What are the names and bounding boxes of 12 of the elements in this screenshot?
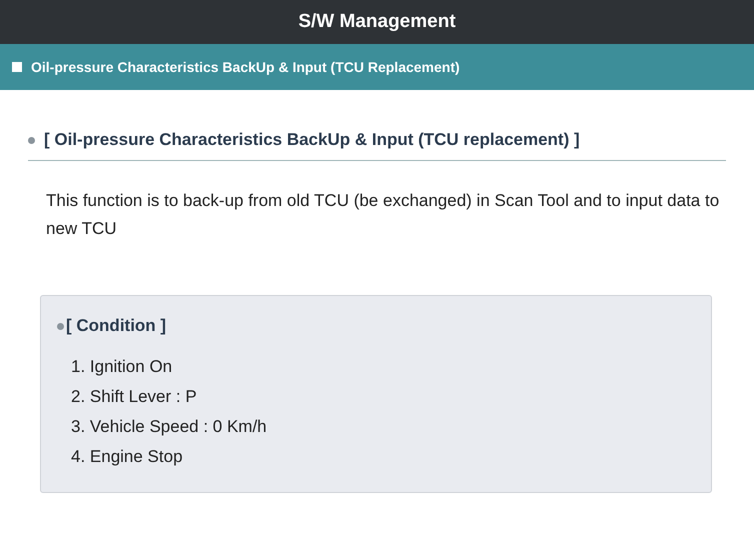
condition-item: 2. Shift Lever : P — [71, 386, 198, 408]
description-text: This function is to back-up from old TCU (be exchanged) in Scan Tool and to input data to new TCU — [46, 190, 720, 240]
condition-item: 3. Vehicle Speed : 0 Km/h — [71, 416, 268, 438]
window-title: S/W Management — [298, 11, 456, 33]
section-title: Oil-pressure Characteristics BackUp & Input (TCU Replacement) — [31, 59, 460, 75]
square-icon — [12, 62, 22, 72]
heading: [ Oil-pressure Characteristics BackUp & Input (TCU replacement) ] — [44, 130, 580, 150]
condition-item: 4. Engine Stop — [71, 446, 184, 468]
bullet-icon — [28, 136, 35, 144]
condition-item: 1. Ignition On — [71, 356, 174, 378]
bullet-icon — [57, 322, 64, 330]
condition-title: [ Condition ] — [66, 316, 166, 336]
